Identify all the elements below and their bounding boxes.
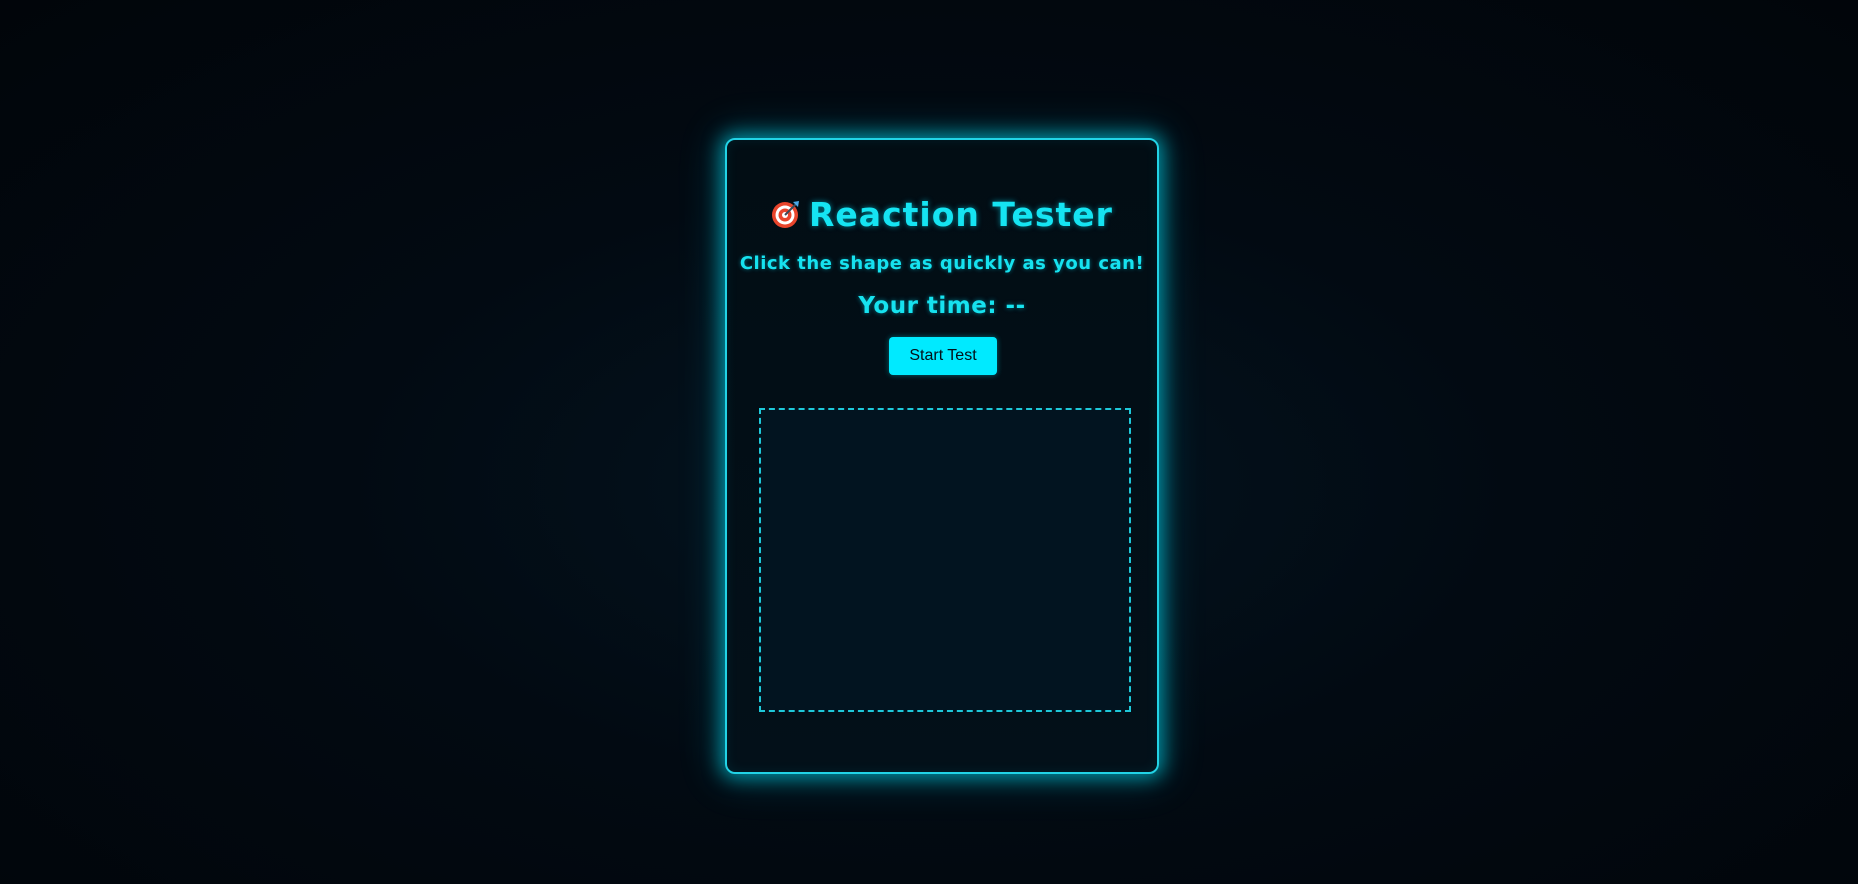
game-card: Reaction Tester Click the shape as quick… <box>725 138 1159 774</box>
target-icon <box>772 201 800 228</box>
page-title: Reaction Tester <box>727 195 1157 234</box>
title-text: Reaction Tester <box>809 195 1113 234</box>
reaction-time-display: Your time: -- <box>858 293 1026 319</box>
game-arena[interactable] <box>759 408 1131 712</box>
instructions-text: Click the shape as quickly as you can! <box>739 253 1145 274</box>
start-test-button[interactable]: Start Test <box>889 337 997 375</box>
